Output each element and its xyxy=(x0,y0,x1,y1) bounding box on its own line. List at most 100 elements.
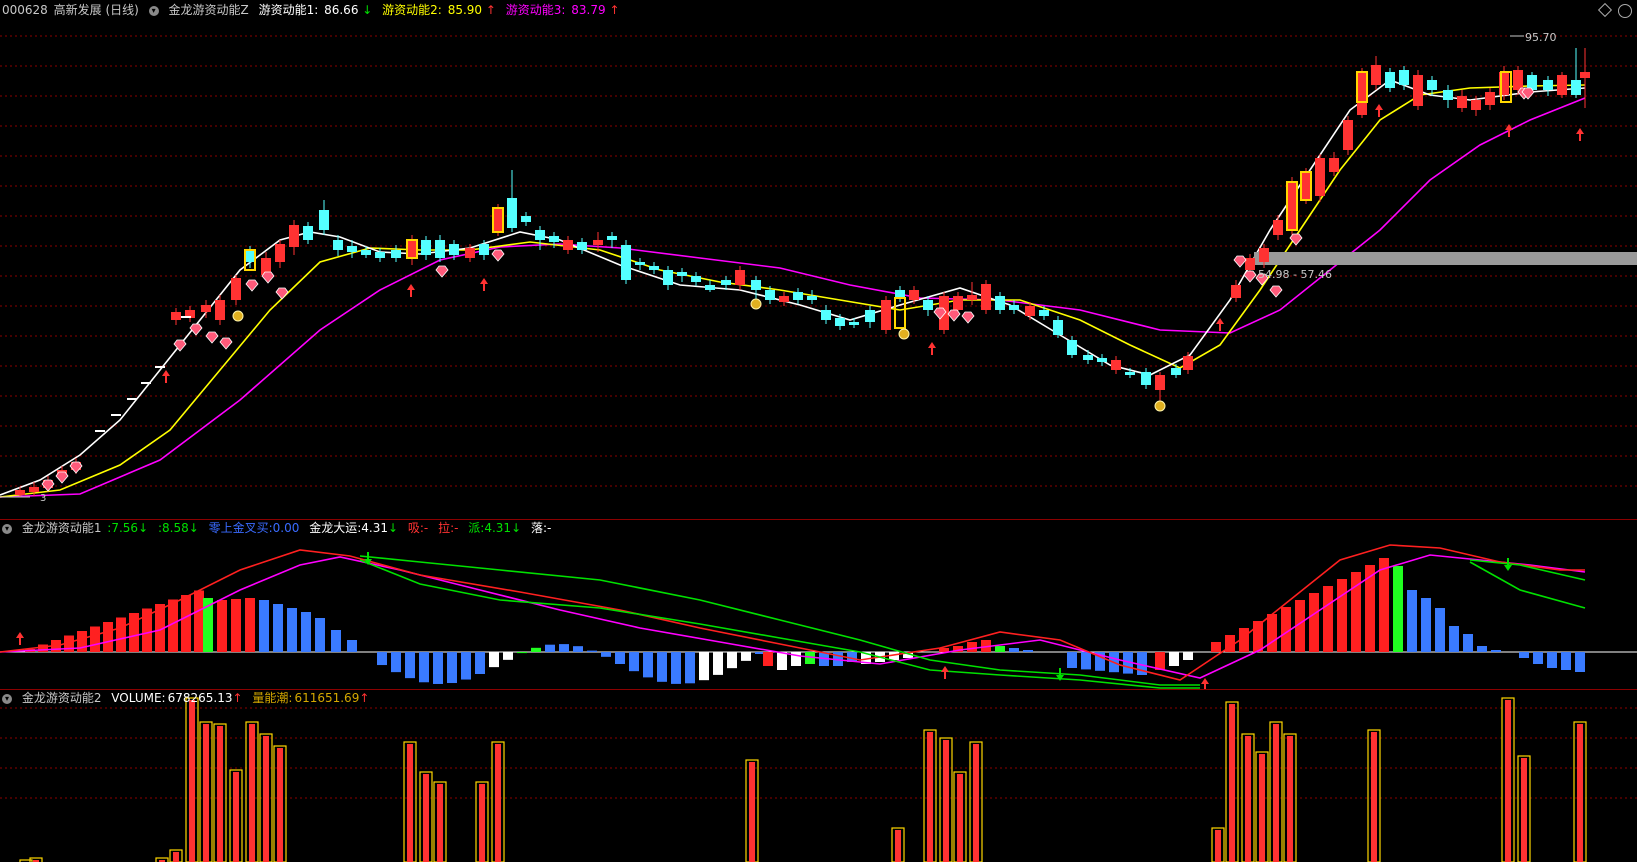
volume-bar xyxy=(407,744,413,862)
histogram-bar xyxy=(615,652,625,664)
indicator-name[interactable]: 金龙游资动能Z xyxy=(169,3,249,17)
candle-body xyxy=(15,490,25,495)
histogram-bar xyxy=(347,640,357,652)
price-dash xyxy=(111,414,121,416)
signal-arrow-up xyxy=(407,284,415,297)
histogram-bar xyxy=(194,590,204,652)
s1-label-5: 拉: xyxy=(438,521,455,535)
candle-body xyxy=(1259,248,1269,262)
candle-body xyxy=(923,300,933,310)
menu-icon[interactable] xyxy=(1618,4,1632,18)
histogram-bar xyxy=(1449,626,1459,652)
candle-body xyxy=(1231,285,1241,298)
gem-icon xyxy=(219,337,233,350)
v2-label: 游资动能2: xyxy=(382,3,442,17)
histogram-bar xyxy=(419,652,429,683)
candle-body xyxy=(245,250,255,262)
candle-body xyxy=(1571,80,1581,95)
volume-bar xyxy=(203,724,209,862)
histogram-bar xyxy=(573,646,583,652)
momentum-pane[interactable]: ▾ 金龙游资动能1 :7.56↓ :8.58↓ 零上金叉买:0.00 金龙大运:… xyxy=(0,520,1637,690)
money-bag-icon xyxy=(898,328,910,340)
signal-arrow-up xyxy=(1375,104,1383,117)
histogram-bar xyxy=(1421,598,1431,652)
indicator-menu-icon[interactable]: ▾ xyxy=(2,693,12,704)
histogram-bar xyxy=(657,652,667,682)
volume-bar xyxy=(217,726,223,862)
candle-body xyxy=(1580,72,1590,78)
s1-arrow-3: ↓ xyxy=(387,521,399,535)
histogram-bar xyxy=(1009,648,1019,652)
candle-body xyxy=(319,210,329,230)
histogram-bar xyxy=(391,652,401,673)
histogram-bar xyxy=(1267,614,1277,652)
indicator-menu-icon[interactable]: ▾ xyxy=(2,523,12,534)
candle-body xyxy=(793,292,803,300)
price-pane[interactable]: 落财跌港预涨榜 000628 高新发展 (日线) ▾ 金龙游资动能Z 游资动能1… xyxy=(0,0,1637,504)
histogram-bar xyxy=(273,604,283,652)
volume-bar xyxy=(943,740,949,862)
momentum-chart xyxy=(0,544,1637,690)
s1-label-3: 金龙大运: xyxy=(309,521,362,535)
candle-body xyxy=(215,300,225,320)
histogram-bar xyxy=(129,613,139,652)
momentum-pane-header: ▾ 金龙游资动能1 :7.56↓ :8.58↓ 零上金叉买:0.00 金龙大运:… xyxy=(2,520,557,536)
volume-pane[interactable]: ▾ 金龙游资动能2 VOLUME: 678265.13↑ 量能潮: 611651.6… xyxy=(0,690,1637,862)
candle-body xyxy=(493,208,503,232)
gem-icon xyxy=(1243,270,1257,283)
s1-label-6: 派: xyxy=(468,521,485,535)
candle-body xyxy=(953,296,963,310)
volume-bar xyxy=(249,724,255,862)
v1-label: 游资动能1: xyxy=(258,3,319,17)
histogram-bar xyxy=(1379,558,1389,652)
histogram-bar xyxy=(116,617,126,652)
indicator-menu-icon[interactable]: ▾ xyxy=(148,5,159,16)
candle-body xyxy=(1329,158,1339,172)
candle-body xyxy=(1543,80,1553,90)
price-dash xyxy=(127,398,137,400)
candle-body xyxy=(881,300,891,330)
vol-value: 678265.13 xyxy=(167,691,233,705)
s1-label-4: 吸: xyxy=(407,521,424,535)
candle-body xyxy=(1457,96,1467,108)
gem-icon xyxy=(55,471,69,484)
signal-arrow-up xyxy=(1216,318,1224,331)
candle-body xyxy=(981,284,991,310)
histogram-bar xyxy=(405,652,415,679)
histogram-bar xyxy=(643,652,653,678)
candle-body xyxy=(1111,360,1121,370)
candle-body xyxy=(1083,355,1093,360)
histogram-bar xyxy=(103,622,113,652)
histogram-bar xyxy=(38,644,48,652)
histogram-bar xyxy=(217,600,227,652)
histogram-bar xyxy=(1169,652,1179,666)
volume-bar xyxy=(895,830,901,862)
v1-value: 86.66 xyxy=(324,3,359,17)
candle-body xyxy=(663,270,673,285)
histogram-bar xyxy=(475,652,485,674)
candle-body xyxy=(1183,356,1193,370)
candle-body xyxy=(1141,372,1151,385)
candle-body xyxy=(375,252,385,258)
candle-body xyxy=(577,242,587,250)
histogram-bar xyxy=(531,647,541,652)
stock-name: 高新发展 xyxy=(53,3,102,17)
s1-label-2: 零上金叉买: xyxy=(208,521,273,535)
candle-body xyxy=(865,310,875,322)
s1-value-3: 4.31 xyxy=(361,521,388,535)
candle-body xyxy=(621,245,631,280)
histogram-bar xyxy=(301,612,311,652)
s1-value-4: - xyxy=(423,521,429,535)
candle-body xyxy=(1357,72,1367,115)
sub2-name[interactable]: 金龙游资动能2 xyxy=(22,691,102,705)
candle-body xyxy=(391,250,401,258)
price-band xyxy=(1254,252,1637,265)
histogram-bar xyxy=(1477,646,1487,652)
gem-icon xyxy=(435,265,449,278)
candle-body xyxy=(303,226,313,240)
histogram-bar xyxy=(1067,652,1077,668)
s1-value-5: - xyxy=(454,521,459,535)
volume-bar xyxy=(973,744,979,862)
gem-icon xyxy=(1233,255,1247,268)
sub1-name[interactable]: 金龙游资动能1 xyxy=(22,521,102,535)
